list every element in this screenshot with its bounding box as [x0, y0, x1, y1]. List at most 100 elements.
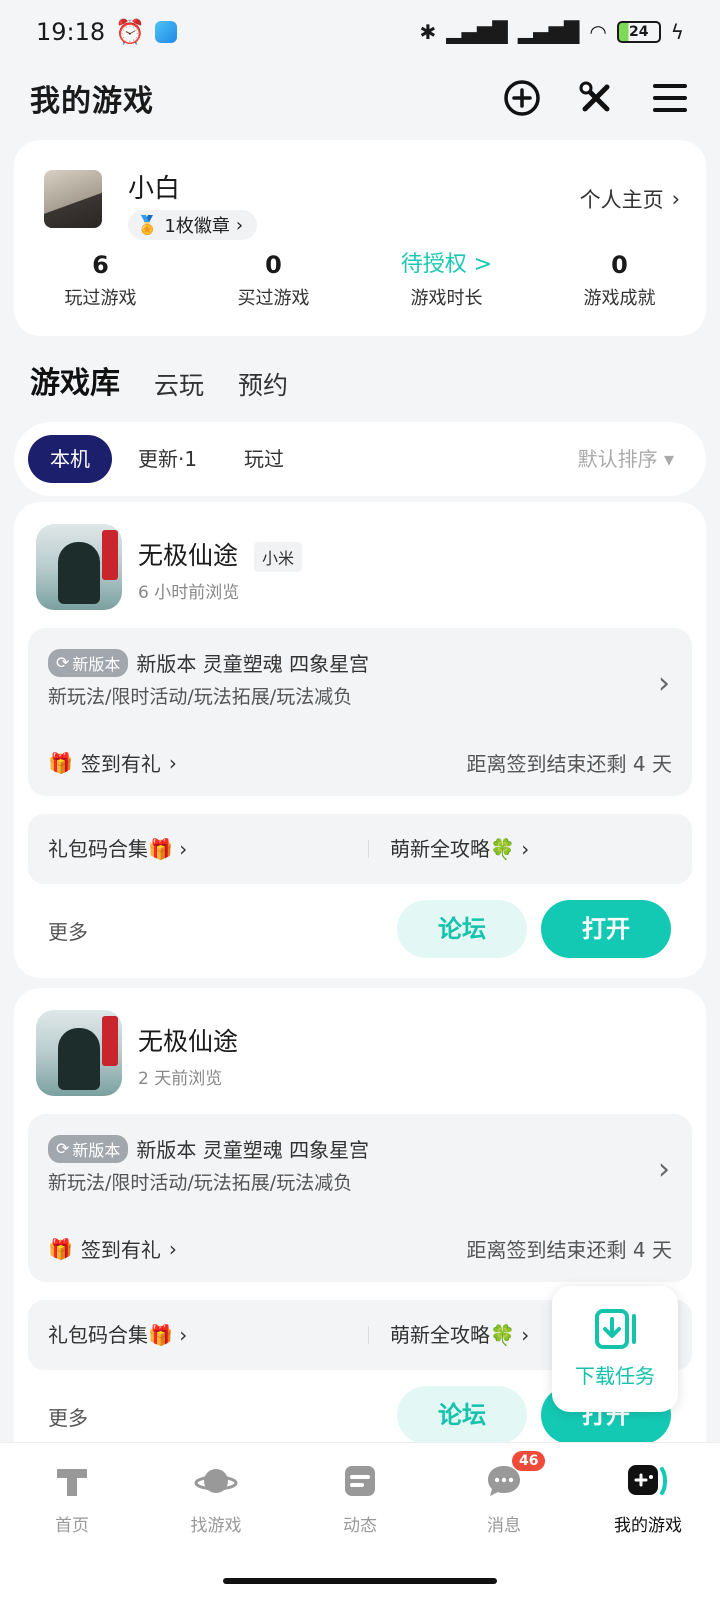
nav-discover[interactable]: 找游戏 — [144, 1461, 288, 1536]
gift-code-label: 礼包码合集🎁 — [48, 837, 173, 861]
menu-icon[interactable] — [650, 78, 690, 118]
nav-label: 首页 — [55, 1516, 89, 1536]
signal-icon: ▂▄▆█ — [446, 20, 508, 44]
game-figure — [58, 1028, 100, 1090]
link-bar: 礼包码合集🎁 › 萌新全攻略🍀 › — [28, 814, 692, 884]
add-icon[interactable] — [502, 78, 542, 118]
divider — [368, 840, 369, 858]
stat-value: 6 — [92, 251, 109, 279]
download-task-label: 下载任务 — [575, 1364, 655, 1388]
gift-code-link[interactable]: 礼包码合集🎁 › — [48, 814, 187, 884]
sort-dropdown[interactable]: 默认排序 ▾ — [578, 435, 674, 483]
update-box[interactable]: ⟳ 新版本 新版本 灵童塑魂 四象星宫 新玩法/限时活动/玩法拓展/玩法减负 › … — [28, 1114, 692, 1282]
chevron-right-icon: › — [671, 187, 680, 211]
signin-remaining: 距离签到结束还剩 4 天 — [466, 1238, 672, 1262]
game-logo-tag — [102, 530, 118, 580]
planet-icon — [194, 1461, 238, 1501]
game-viewed-time: 6 小时前浏览 — [138, 583, 240, 603]
update-box[interactable]: ⟳ 新版本 新版本 灵童塑魂 四象星宫 新玩法/限时活动/玩法拓展/玩法减负 › … — [28, 628, 692, 796]
chat-icon: 46 — [482, 1451, 546, 1501]
gift-icon: 🎁 — [48, 1236, 73, 1261]
feed-icon — [338, 1461, 382, 1501]
guide-link[interactable]: 萌新全攻略🍀 › — [390, 1300, 529, 1370]
nav-label: 我的游戏 — [614, 1516, 682, 1536]
gift-code-link[interactable]: 礼包码合集🎁 › — [48, 1300, 187, 1370]
new-version-tag: ⟳ 新版本 — [48, 648, 129, 677]
alarm-icon: ⏰ — [115, 18, 146, 46]
medal-icon: 🏅 — [136, 214, 159, 236]
update-title: ⟳ 新版本 新版本 灵童塑魂 四象星宫 — [48, 1134, 369, 1163]
update-title-text: 新版本 灵童塑魂 四象星宫 — [136, 1138, 370, 1162]
home-indicator[interactable] — [223, 1578, 497, 1584]
tab-cloud[interactable]: 云玩 — [154, 366, 204, 402]
user-name[interactable]: 小白 — [128, 168, 180, 205]
tab-library[interactable]: 游戏库 — [30, 358, 120, 406]
nav-my-games[interactable]: 我的游戏 — [576, 1461, 720, 1536]
filter-bar: 本机 更新·1 玩过 默认排序 ▾ — [14, 422, 706, 496]
signal-icon-2: ▂▄▆█ — [517, 20, 580, 44]
tab-reserve[interactable]: 预约 — [238, 366, 288, 402]
filter-local[interactable]: 本机 — [28, 435, 112, 483]
more-button[interactable]: 更多 — [48, 916, 88, 945]
avatar[interactable] — [44, 170, 102, 228]
nav-label: 消息 — [487, 1516, 521, 1536]
game-name: 无极仙途 — [138, 541, 239, 570]
homepage-label: 个人主页 — [579, 188, 664, 212]
stat-played[interactable]: 6 玩过游戏 — [14, 248, 187, 310]
filter-updates[interactable]: 更新·1 — [116, 435, 219, 483]
stat-label: 玩过游戏 — [64, 288, 137, 309]
forum-button[interactable]: 论坛 — [397, 900, 527, 958]
game-title[interactable]: 无极仙途 小米 — [138, 536, 302, 572]
game-icon[interactable] — [36, 1010, 122, 1096]
message-count-badge: 46 — [512, 1451, 546, 1471]
guide-link[interactable]: 萌新全攻略🍀 › — [390, 814, 529, 884]
download-icon — [595, 1309, 636, 1349]
nav-feed[interactable]: 动态 — [288, 1461, 432, 1536]
game-icon[interactable] — [36, 524, 122, 610]
refresh-icon: ⟳ — [56, 1139, 70, 1158]
stat-achievements[interactable]: 0 游戏成就 — [533, 248, 706, 310]
tools-icon[interactable] — [576, 78, 616, 118]
game-card[interactable]: 无极仙途 小米 6 小时前浏览 ⟳ 新版本 新版本 灵童塑魂 四象星宫 新玩法/限… — [14, 502, 706, 978]
wifi-icon: ◠ — [589, 20, 607, 44]
stat-label: 买过游戏 — [237, 288, 310, 309]
update-desc: 新玩法/限时活动/玩法拓展/玩法减负 — [48, 1172, 353, 1194]
nav-home[interactable]: 首页 — [0, 1461, 144, 1536]
taptap-home-icon — [50, 1461, 94, 1501]
stat-value: 待授权 > — [400, 252, 493, 277]
profile-card: 小白 🏅 1枚徽章 › 个人主页 › 6 玩过游戏 0 买过游戏 待授权 > 游… — [14, 140, 706, 336]
profile-stats: 6 玩过游戏 0 买过游戏 待授权 > 游戏时长 0 游戏成就 — [14, 248, 706, 310]
stat-playtime[interactable]: 待授权 > 游戏时长 — [360, 248, 533, 310]
signin-gift-link[interactable]: 🎁 签到有礼 › — [48, 1234, 177, 1263]
bluetooth-icon: ✱ — [419, 20, 437, 44]
new-version-label: 新版本 — [72, 654, 121, 674]
signin-gift-link[interactable]: 🎁 签到有礼 › — [48, 748, 177, 777]
stat-label: 游戏时长 — [410, 288, 483, 309]
nav-label: 动态 — [343, 1516, 377, 1536]
chevron-right-icon: › — [658, 1152, 670, 1187]
new-version-tag: ⟳ 新版本 — [48, 1134, 129, 1163]
game-title[interactable]: 无极仙途 — [138, 1022, 238, 1058]
forum-button[interactable]: 论坛 — [397, 1386, 527, 1444]
chevron-right-icon: › — [235, 214, 244, 236]
badge-chip[interactable]: 🏅 1枚徽章 › — [128, 210, 258, 240]
nav-label: 找游戏 — [190, 1516, 242, 1536]
homepage-link[interactable]: 个人主页 › — [580, 184, 680, 214]
stat-value: 0 — [611, 251, 628, 279]
update-title: ⟳ 新版本 新版本 灵童塑魂 四象星宫 — [48, 648, 369, 677]
download-task-button[interactable]: 下载任务 — [552, 1286, 678, 1412]
refresh-icon: ⟳ — [56, 653, 70, 672]
badge-label: 1枚徽章 — [164, 216, 230, 237]
new-version-label: 新版本 — [72, 1140, 121, 1160]
update-desc: 新玩法/限时活动/玩法拓展/玩法减负 — [48, 686, 353, 708]
guide-label: 萌新全攻略🍀 — [390, 837, 515, 861]
guide-label: 萌新全攻略🍀 — [390, 1323, 515, 1347]
more-button[interactable]: 更多 — [48, 1402, 88, 1431]
open-button[interactable]: 打开 — [541, 900, 671, 958]
gift-code-label: 礼包码合集🎁 — [48, 1323, 173, 1347]
stat-bought[interactable]: 0 买过游戏 — [187, 248, 360, 310]
game-viewed-time: 2 天前浏览 — [138, 1069, 223, 1089]
nav-messages[interactable]: 46 消息 — [432, 1451, 576, 1536]
chevron-right-icon: › — [168, 1236, 177, 1261]
filter-played[interactable]: 玩过 — [222, 435, 306, 483]
